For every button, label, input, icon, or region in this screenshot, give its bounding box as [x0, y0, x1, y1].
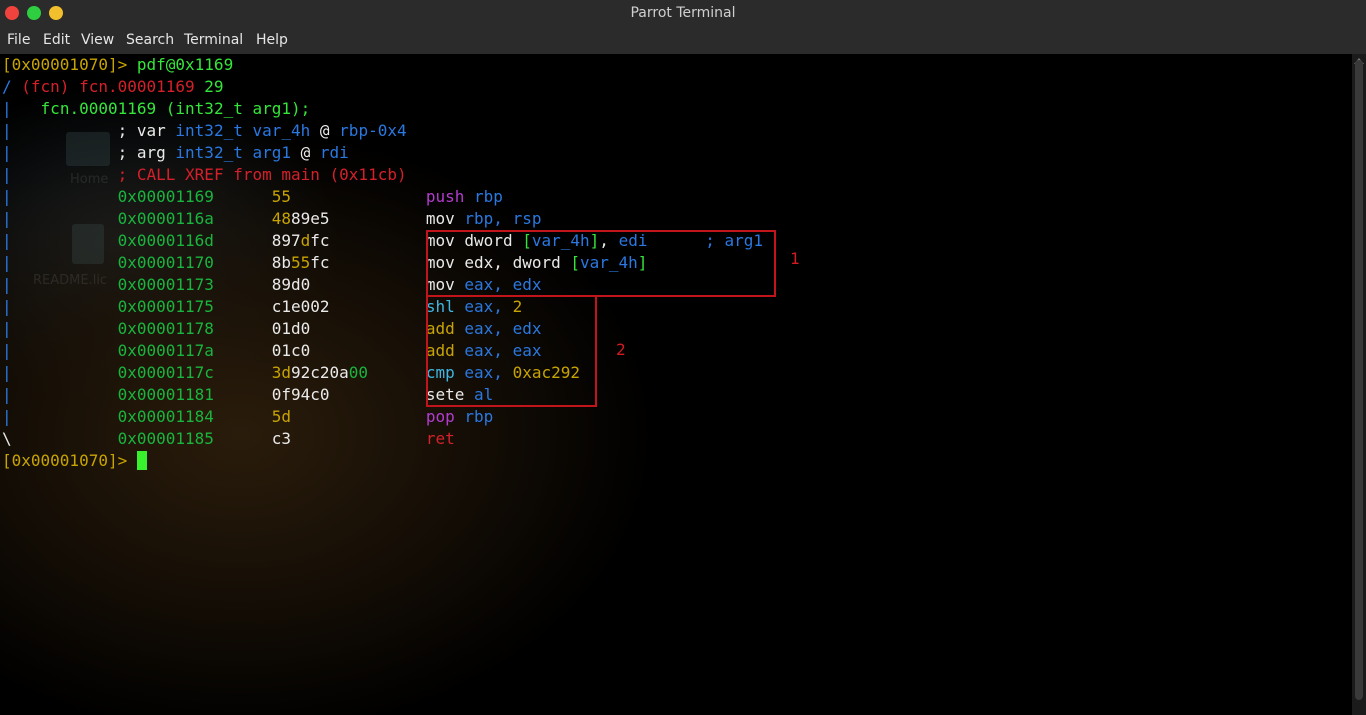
terminal-output[interactable]: Home README.lic [0x00001070]> pdf@0x1169…	[0, 54, 1352, 715]
function-signature: fcn.00001169 (int32_t arg1);	[40, 99, 311, 118]
instruction-row: \ 0x00001185 c3 ret	[2, 429, 455, 448]
menu-bar: File Edit View Search Terminal Help	[0, 29, 1366, 54]
menu-help[interactable]: Help	[256, 32, 288, 48]
annotation-label-1: 1	[790, 249, 800, 268]
instruction-row: | 0x00001181 0f94c0 sete al	[2, 385, 494, 404]
instruction-row: | 0x0000116a 4889e5 mov rbp, rsp	[2, 209, 542, 228]
prompt-address: [0x00001070]>	[2, 55, 128, 74]
window-title: Parrot Terminal	[630, 5, 736, 21]
prompt-address: [0x00001070]>	[2, 451, 128, 470]
annotation-box-1	[426, 230, 776, 297]
menu-search[interactable]: Search	[126, 32, 174, 48]
function-signature-line: | fcn.00001169 (int32_t arg1);	[2, 99, 311, 118]
menu-edit[interactable]: Edit	[43, 32, 70, 48]
menu-terminal[interactable]: Terminal	[184, 32, 243, 48]
scrollbar[interactable]	[1352, 54, 1366, 715]
annotation-label-2: 2	[616, 340, 626, 359]
command-text: pdf@0x1169	[127, 55, 234, 74]
prompt-line[interactable]: [0x00001070]>	[2, 450, 147, 472]
menu-file[interactable]: File	[7, 32, 30, 48]
annotation-box-2	[426, 295, 597, 407]
scrollbar-thumb[interactable]	[1355, 60, 1363, 700]
terminal-cursor	[136, 451, 147, 470]
function-size: 29	[194, 77, 224, 96]
var-line: | ; var int32_t var_4h @ rbp-0x4	[2, 121, 407, 140]
function-header: / (fcn) fcn.00001169 29	[2, 77, 224, 96]
menu-view[interactable]: View	[81, 32, 114, 48]
arg-line: | ; arg int32_t arg1 @ rdi	[2, 143, 349, 162]
function-tag: (fcn) fcn.00001169	[21, 77, 195, 96]
xref-line: | ; CALL XREF from main (0x11cb)	[2, 165, 407, 184]
title-bar: Parrot Terminal	[0, 0, 1366, 30]
instruction-row: | 0x00001169 55 push rbp	[2, 187, 503, 206]
prompt-line: [0x00001070]> pdf@0x1169	[2, 54, 233, 76]
instruction-row: | 0x00001184 5d pop rbp	[2, 407, 494, 426]
